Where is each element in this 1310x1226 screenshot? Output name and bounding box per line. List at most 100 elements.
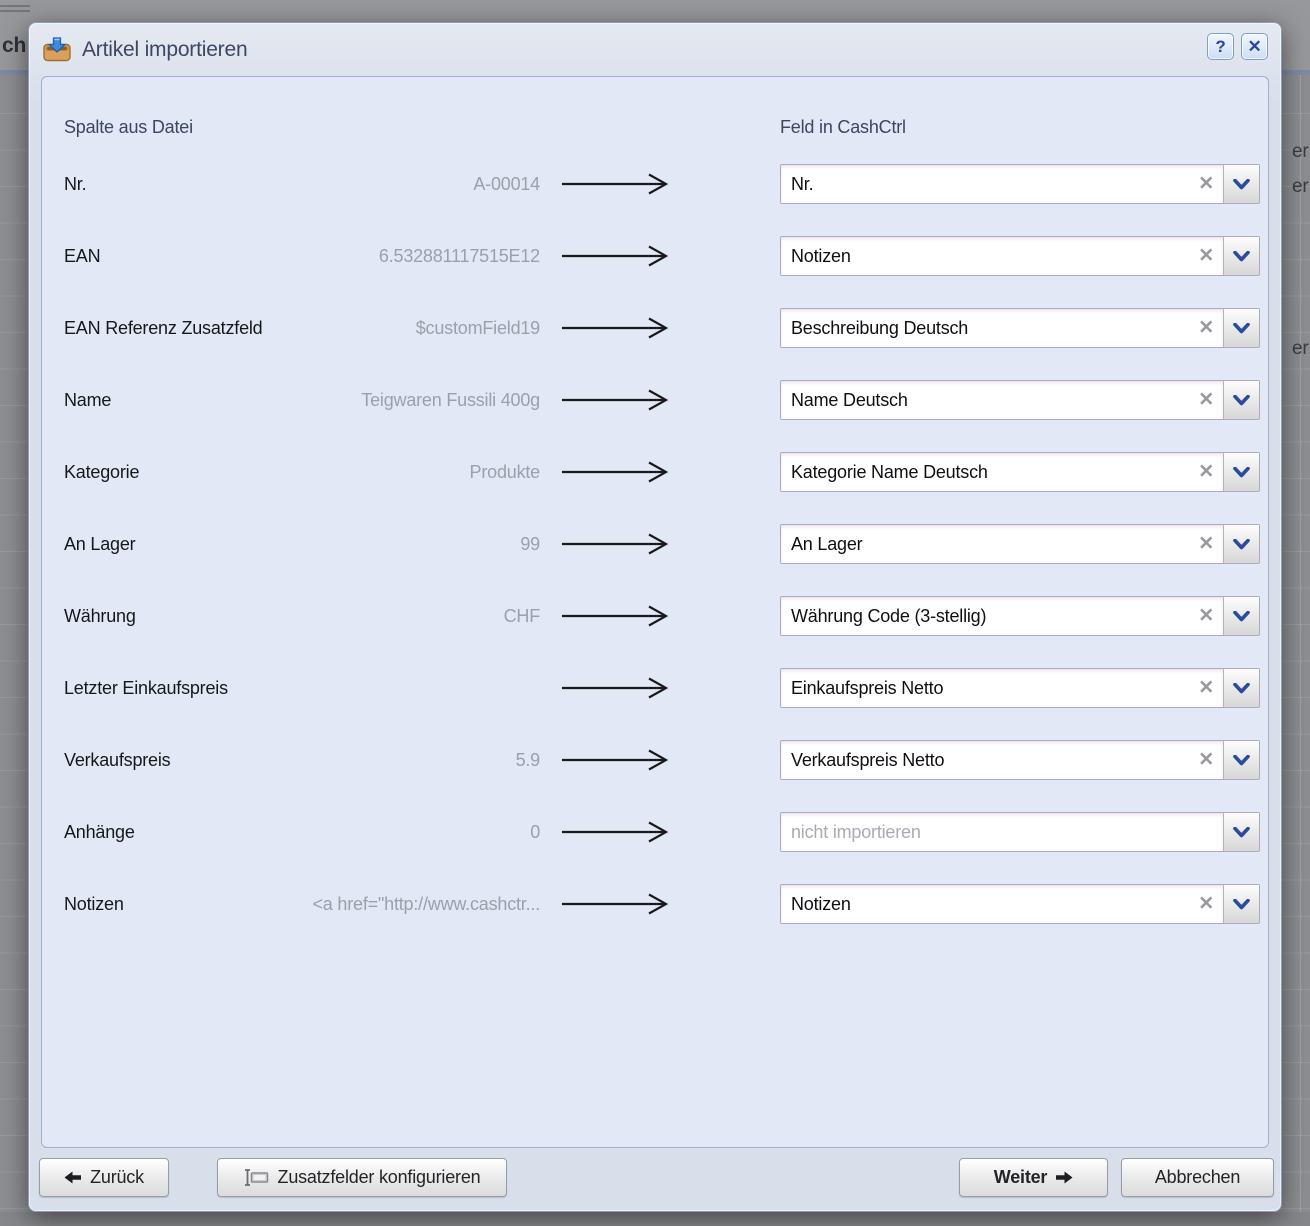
dropdown-trigger-button[interactable] bbox=[1223, 525, 1259, 563]
background-text-fragment: er bbox=[1292, 176, 1309, 198]
source-column-label: Name bbox=[64, 380, 111, 420]
field-combobox-input[interactable]: Einkaufspreis Netto ✕ bbox=[781, 669, 1223, 707]
chevron-down-icon bbox=[1233, 683, 1250, 694]
chevron-down-icon bbox=[1233, 611, 1250, 622]
field-combobox-input[interactable]: Beschreibung Deutsch ✕ bbox=[781, 309, 1223, 347]
dropdown-trigger-button[interactable] bbox=[1223, 165, 1259, 203]
mapping-row: Nr. A-00014 Nr. ✕ bbox=[42, 164, 1268, 236]
source-sample-value: 0 bbox=[202, 812, 540, 852]
dropdown-trigger-button[interactable] bbox=[1223, 669, 1259, 707]
field-combobox-value: Beschreibung Deutsch bbox=[791, 318, 968, 339]
dialog-title: Artikel importieren bbox=[82, 38, 247, 62]
dropdown-trigger-button[interactable] bbox=[1223, 381, 1259, 419]
field-combobox-input[interactable]: Name Deutsch ✕ bbox=[781, 381, 1223, 419]
clear-icon[interactable]: ✕ bbox=[1198, 895, 1214, 914]
back-button-label: Zurück bbox=[90, 1167, 144, 1188]
field-combobox: Kategorie Name Deutsch ✕ bbox=[780, 452, 1260, 492]
clear-icon[interactable]: ✕ bbox=[1198, 391, 1214, 410]
next-button[interactable]: Weiter bbox=[959, 1158, 1108, 1197]
clear-icon[interactable]: ✕ bbox=[1198, 319, 1214, 338]
chevron-down-icon bbox=[1233, 395, 1250, 406]
mapping-panel: Spalte aus Datei Feld in CashCtrl Nr. A-… bbox=[41, 76, 1269, 1148]
mapping-arrow-icon bbox=[560, 531, 676, 557]
help-button[interactable]: ? bbox=[1207, 33, 1234, 60]
mapping-arrow-icon bbox=[560, 171, 676, 197]
clear-icon[interactable]: ✕ bbox=[1198, 679, 1214, 698]
field-combobox-input[interactable]: nicht importieren ✕ bbox=[781, 813, 1223, 851]
chevron-down-icon bbox=[1233, 251, 1250, 262]
mapping-arrow-icon bbox=[560, 603, 676, 629]
background-text-fragment: ch bbox=[2, 34, 26, 58]
field-combobox-input[interactable]: Nr. ✕ bbox=[781, 165, 1223, 203]
background-text-fragment: er bbox=[1292, 338, 1309, 360]
mapping-arrow-icon bbox=[560, 747, 676, 773]
field-combobox-input[interactable]: Notizen ✕ bbox=[781, 237, 1223, 275]
mapping-arrow-icon bbox=[560, 459, 676, 485]
source-sample-value: Teigwaren Fussili 400g bbox=[202, 380, 540, 420]
field-combobox-value: Name Deutsch bbox=[791, 390, 908, 411]
back-button[interactable]: Zurück bbox=[39, 1158, 169, 1197]
mapping-arrow-icon bbox=[560, 315, 676, 341]
source-sample-value bbox=[202, 668, 540, 708]
import-articles-dialog: Artikel importieren ? ✕ Spalte aus Datei… bbox=[28, 22, 1282, 1212]
field-combobox-input[interactable]: An Lager ✕ bbox=[781, 525, 1223, 563]
field-combobox: nicht importieren ✕ bbox=[780, 812, 1260, 852]
field-combobox-input[interactable]: Kategorie Name Deutsch ✕ bbox=[781, 453, 1223, 491]
cancel-button[interactable]: Abbrechen bbox=[1121, 1158, 1274, 1197]
chevron-down-icon bbox=[1233, 323, 1250, 334]
mapping-arrow-icon bbox=[560, 243, 676, 269]
field-combobox-value: Notizen bbox=[791, 894, 851, 915]
target-field-heading: Feld in CashCtrl bbox=[780, 117, 906, 138]
source-sample-value: CHF bbox=[202, 596, 540, 636]
dialog-header[interactable]: Artikel importieren bbox=[29, 23, 1281, 76]
field-combobox: Nr. ✕ bbox=[780, 164, 1260, 204]
clear-icon[interactable]: ✕ bbox=[1198, 175, 1214, 194]
dropdown-trigger-button[interactable] bbox=[1223, 597, 1259, 635]
background-divider bbox=[0, 5, 30, 7]
field-combobox-input[interactable]: Notizen ✕ bbox=[781, 885, 1223, 923]
source-sample-value: A-00014 bbox=[202, 164, 540, 204]
configure-button-label: Zusatzfelder konfigurieren bbox=[278, 1167, 481, 1188]
dropdown-trigger-button[interactable] bbox=[1223, 237, 1259, 275]
dropdown-trigger-button[interactable] bbox=[1223, 813, 1259, 851]
field-combobox-input[interactable]: Verkaufspreis Netto ✕ bbox=[781, 741, 1223, 779]
close-button[interactable]: ✕ bbox=[1241, 33, 1268, 60]
import-icon bbox=[43, 37, 71, 62]
field-combobox-input[interactable]: Währung Code (3-stellig) ✕ bbox=[781, 597, 1223, 635]
background-column-line bbox=[1300, 75, 1301, 1226]
clear-icon[interactable]: ✕ bbox=[1198, 751, 1214, 770]
dropdown-trigger-button[interactable] bbox=[1223, 885, 1259, 923]
mapping-row: Verkaufspreis 5.9 Verkaufspreis Netto ✕ bbox=[42, 740, 1268, 812]
field-combobox-value: An Lager bbox=[791, 534, 862, 555]
background-text-fragment: er bbox=[1292, 141, 1309, 163]
clear-icon[interactable]: ✕ bbox=[1198, 535, 1214, 554]
field-combobox: An Lager ✕ bbox=[780, 524, 1260, 564]
configure-custom-fields-button[interactable]: Zusatzfelder konfigurieren bbox=[217, 1158, 507, 1197]
field-combobox-value: Nr. bbox=[791, 174, 813, 195]
text-field-icon bbox=[244, 1168, 269, 1187]
mapping-arrow-icon bbox=[560, 891, 676, 917]
field-combobox: Notizen ✕ bbox=[780, 884, 1260, 924]
source-column-heading: Spalte aus Datei bbox=[64, 117, 193, 138]
clear-icon[interactable]: ✕ bbox=[1198, 463, 1214, 482]
chevron-down-icon bbox=[1233, 755, 1250, 766]
source-column-label: Nr. bbox=[64, 164, 86, 204]
close-icon: ✕ bbox=[1247, 37, 1261, 57]
clear-icon[interactable]: ✕ bbox=[1198, 247, 1214, 266]
chevron-down-icon bbox=[1233, 467, 1250, 478]
next-button-label: Weiter bbox=[994, 1167, 1048, 1188]
source-column-label: An Lager bbox=[64, 524, 135, 564]
dropdown-trigger-button[interactable] bbox=[1223, 453, 1259, 491]
mapping-row: Letzter Einkaufspreis Einkaufspreis Nett… bbox=[42, 668, 1268, 740]
dropdown-trigger-button[interactable] bbox=[1223, 309, 1259, 347]
field-combobox-value: Verkaufspreis Netto bbox=[791, 750, 944, 771]
source-sample-value: Produkte bbox=[202, 452, 540, 492]
source-column-label: Verkaufspreis bbox=[64, 740, 170, 780]
mapping-row: EAN 6.532881117515E12 Notizen ✕ bbox=[42, 236, 1268, 308]
source-sample-value: 5.9 bbox=[202, 740, 540, 780]
mapping-row: Währung CHF Währung Code (3-stellig) ✕ bbox=[42, 596, 1268, 668]
dropdown-trigger-button[interactable] bbox=[1223, 741, 1259, 779]
mapping-row: Name Teigwaren Fussili 400g Name Deutsch… bbox=[42, 380, 1268, 452]
field-combobox-value: Währung Code (3-stellig) bbox=[791, 606, 986, 627]
clear-icon[interactable]: ✕ bbox=[1198, 607, 1214, 626]
